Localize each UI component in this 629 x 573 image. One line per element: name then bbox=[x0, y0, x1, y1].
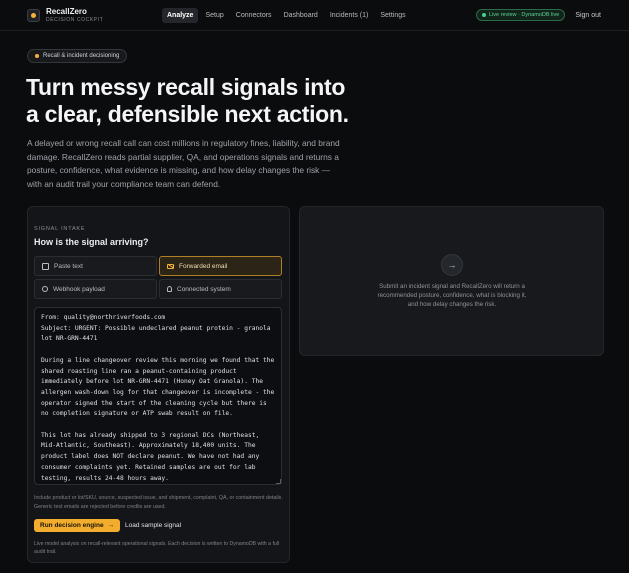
brand[interactable]: RecallZero DECISION COCKPIT bbox=[27, 6, 162, 23]
hero-description: A delayed or wrong recall call can cost … bbox=[27, 138, 340, 189]
document-icon bbox=[42, 262, 49, 270]
signal-text-input[interactable]: From: quality@northriverfoods.com Subjec… bbox=[34, 307, 282, 485]
resize-handle[interactable] bbox=[276, 479, 281, 484]
run-decision-engine-button[interactable]: Run decision engine → bbox=[34, 519, 121, 532]
nav-analyze[interactable]: Analyze bbox=[162, 7, 199, 23]
nav-links: Analyze Setup Connectors Dashboard Incid… bbox=[162, 7, 411, 23]
run-button-label: Run decision engine bbox=[40, 522, 104, 529]
badge-dot-icon bbox=[35, 54, 39, 58]
intake-helper-text: Include product or lot/SKU, source, susp… bbox=[34, 495, 283, 510]
nav-settings[interactable]: Settings bbox=[375, 8, 410, 23]
section-badge: Recall & incident decisioning bbox=[27, 49, 128, 63]
nav-connectors[interactable]: Connectors bbox=[231, 8, 277, 23]
arrow-right-icon: → bbox=[107, 522, 115, 529]
nav-dashboard[interactable]: Dashboard bbox=[279, 8, 323, 23]
live-status-text: Live review · DynamoDB live bbox=[489, 12, 560, 18]
option-label: Connected system bbox=[177, 285, 231, 293]
brand-name: RecallZero bbox=[46, 6, 87, 16]
load-sample-signal-button[interactable]: Load sample signal bbox=[125, 522, 181, 529]
result-empty-text: Submit an incident signal and RecallZero… bbox=[377, 283, 527, 308]
sign-out-button[interactable]: Sign out bbox=[575, 12, 601, 19]
option-webhook-payload[interactable]: Webhook payload bbox=[34, 279, 157, 299]
option-label: Forwarded email bbox=[179, 262, 228, 270]
nav-incidents[interactable]: Incidents (1) bbox=[325, 8, 374, 23]
webhook-icon bbox=[42, 286, 48, 292]
logo-icon bbox=[27, 8, 40, 22]
badge-text: Recall & incident decisioning bbox=[43, 53, 120, 59]
signal-intake-card: SIGNAL INTAKE How is the signal arriving… bbox=[27, 206, 290, 563]
live-status-badge: Live review · DynamoDB live bbox=[476, 9, 566, 21]
intake-title: How is the signal arriving? bbox=[34, 237, 149, 247]
option-label: Webhook payload bbox=[53, 285, 105, 293]
arrow-right-icon: → bbox=[441, 254, 463, 276]
option-paste-text[interactable]: Paste text bbox=[34, 256, 157, 276]
nav-setup[interactable]: Setup bbox=[200, 8, 228, 23]
option-label: Paste text bbox=[54, 262, 83, 270]
plug-icon bbox=[167, 286, 172, 292]
decision-result-panel: → Submit an incident signal and RecallZe… bbox=[299, 206, 604, 356]
top-nav: RecallZero DECISION COCKPIT Analyze Setu… bbox=[0, 0, 629, 31]
intake-footnote: Live model analysis on recall-relevant o… bbox=[34, 541, 280, 556]
option-connected-system[interactable]: Connected system bbox=[159, 279, 282, 299]
brand-subtitle: DECISION COCKPIT bbox=[46, 16, 104, 23]
live-dot-icon bbox=[482, 13, 486, 17]
mail-icon bbox=[167, 263, 174, 269]
intake-eyebrow: SIGNAL INTAKE bbox=[34, 226, 86, 232]
hero-title: Turn messy recall signals into a clear, … bbox=[26, 74, 349, 127]
option-forwarded-email[interactable]: Forwarded email bbox=[159, 256, 282, 276]
